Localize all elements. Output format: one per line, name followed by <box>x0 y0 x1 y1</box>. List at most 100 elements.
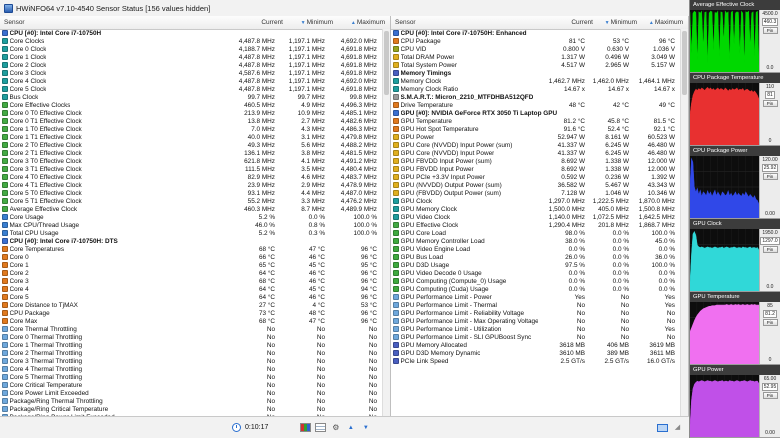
sensor-row[interactable]: Core 5 T1 Effective Clock 55.2 MHz 3.3 MHz… <box>0 197 382 205</box>
sensor-row[interactable]: GPU Performance Limit - Utilization No No Y… <box>391 325 680 333</box>
sensor-row[interactable]: GPU Hot Spot Temperature 91.6 °C 52.4 °C 92… <box>391 125 680 133</box>
sensor-row[interactable]: Core 2 Clock 4,487.8 MHz 1,197.1 MHz 4,691.… <box>0 61 382 69</box>
sensor-row[interactable]: GPU Core (NVVDD) Input Power (sum) 41.337… <box>391 141 680 149</box>
sensor-row[interactable]: Memory Clock Ratio 14.67 x 14.67 x 14.67 x <box>391 85 680 93</box>
sensor-row[interactable]: GPU Memory Controller Load 38.0 % 0.0 % 45.… <box>391 237 680 245</box>
sensor-row[interactable]: Memory Clock 1,462.7 MHz 1,462.0 MHz 1,464.… <box>391 77 680 85</box>
sensor-row[interactable]: Core 4 Clock 4,487.8 MHz 1,197.1 MHz 4,692.… <box>0 77 382 85</box>
sensor-row[interactable]: GPU (NVVDD) Output Power (sum) 36.582 W 5.… <box>391 181 680 189</box>
column-header-minimum[interactable]: ▼Minimum <box>288 19 338 26</box>
sensor-row[interactable]: Average Effective Clock 460.3 MHz 8.7 MHz 4… <box>0 205 382 213</box>
sensor-row[interactable]: Core 1 Clock 4,487.8 MHz 1,197.1 MHz 4,691.… <box>0 53 382 61</box>
sensor-row[interactable]: GPU D3D Memory Dynamic 3610 MB 389 MB 3611 … <box>391 349 680 357</box>
left-panel-scrollbar[interactable] <box>382 29 390 416</box>
monitor-icon[interactable] <box>657 423 668 432</box>
sensor-row[interactable]: GPU Bus Load 26.0 % 0.0 % 36.0 % <box>391 253 680 261</box>
sensor-row[interactable]: Core 4 64 °C 45 °C 94 °C <box>0 285 382 293</box>
sensor-row[interactable]: GPU Performance Limit - SLI GPUBoost Syn… <box>391 333 680 341</box>
pin-graph-button[interactable]: Pin <box>762 246 778 253</box>
sensor-row[interactable]: Core 4 T1 Effective Clock 23.9 MHz 2.9 MHz… <box>0 181 382 189</box>
sensor-row[interactable]: Core 3 Thermal Throttling No No No <box>0 357 382 365</box>
sensor-row[interactable]: GPU Core (NVVDD) Input Power 41.337 W 6.24… <box>391 149 680 157</box>
sensor-row[interactable]: Core 1 T0 Effective Clock 7.0 MHz 4.3 MHz 4… <box>0 125 382 133</box>
sensor-row[interactable]: GPU Memory Allocated 3618 MB 406 MB 3619 MB <box>391 341 680 349</box>
sensor-row[interactable]: GPU Video Engine Load 0.0 % 0.0 % 0.0 % <box>391 245 680 253</box>
sensor-row[interactable]: Core 0 Clock 4,188.7 MHz 1,197.1 MHz 4,691.… <box>0 45 382 53</box>
sensor-row[interactable]: GPU FBVDD Input Power 8.692 W 1.338 W 12.00… <box>391 165 680 173</box>
sensor-row[interactable]: Core 3 T0 Effective Clock 621.8 MHz 4.1 MH… <box>0 157 382 165</box>
sensor-row[interactable]: Core Critical Temperature No No No <box>0 381 382 389</box>
sensor-row[interactable]: Core 0 T1 Effective Clock 13.8 MHz 2.7 MHz… <box>0 117 382 125</box>
graph-title[interactable]: GPU Clock <box>690 219 780 229</box>
sensor-row[interactable]: Core 3 68 °C 46 °C 96 °C <box>0 277 382 285</box>
graph-title[interactable]: Average Effective Clock <box>690 0 780 10</box>
sensor-row[interactable]: Core Temperatures 68 °C 47 °C 96 °C <box>0 245 382 253</box>
sensor-row[interactable]: Total DRAM Power 1.317 W 0.496 W 3.049 W <box>391 53 680 61</box>
sensor-row[interactable]: Core 1 T1 Effective Clock 40.0 MHz 3.1 MHz… <box>0 133 382 141</box>
sensor-row[interactable]: Total CPU Usage 5.2 % 0.3 % 100.0 % <box>0 229 382 237</box>
sensor-row[interactable]: GPU Video Clock 1,140.0 MHz 1,072.5 MHz 1,6… <box>391 213 680 221</box>
sensor-row[interactable]: Core 2 T1 Effective Clock 136.1 MHz 3.8 MH… <box>0 149 382 157</box>
sensor-row[interactable]: Core 3 T1 Effective Clock 111.5 MHz 3.5 MH… <box>0 165 382 173</box>
sensor-group-row[interactable]: Memory Timings <box>391 69 680 77</box>
sensor-row[interactable]: Core 5 T0 Effective Clock 93.1 MHz 4.4 MHz… <box>0 189 382 197</box>
sensor-row[interactable]: GPU Video Decode 0 Usage 0.0 % 0.0 % 0.0 % <box>391 269 680 277</box>
sensor-row[interactable]: CPU Package 73 °C 48 °C 96 °C <box>0 309 382 317</box>
column-header-maximum[interactable]: ▲Maximum <box>338 19 390 26</box>
column-header-sensor[interactable]: Sensor <box>0 19 230 26</box>
window-titlebar[interactable]: HWiNFO64 v7.10-4540 Sensor Status [156 v… <box>0 0 689 17</box>
graph-title[interactable]: GPU Temperature <box>690 292 780 302</box>
column-header-sensor[interactable]: Sensor <box>391 19 546 26</box>
sensor-row[interactable]: Package/Ring Thermal Throttling No No No <box>0 397 382 405</box>
logging-button[interactable] <box>315 423 327 432</box>
sensor-group-row[interactable]: S.M.A.R.T.: Micron_2210_MTFDHBA512QFD <box>391 93 680 101</box>
sensor-row[interactable]: GPU Core Load 98.0 % 0.0 % 100.0 % <box>391 229 680 237</box>
graph-title[interactable]: CPU Package Power <box>690 146 780 156</box>
middle-panel-scrollbar[interactable] <box>680 29 688 416</box>
sensor-row[interactable]: Core Usage 5.2 % 0.0 % 100.0 % <box>0 213 382 221</box>
sensor-row[interactable]: GPU Temperature 81.2 °C 45.8 °C 81.5 °C <box>391 117 680 125</box>
sensor-row[interactable]: Core 0 T0 Effective Clock 213.9 MHz 10.9 M… <box>0 109 382 117</box>
sensor-row[interactable]: Bus Clock 99.7 MHz 99.7 MHz 99.8 MHz <box>0 93 382 101</box>
sensor-row[interactable]: Core 4 T0 Effective Clock 82.9 MHz 4.6 MHz… <box>0 173 382 181</box>
sensor-row[interactable]: Package/Ring Critical Temperature No No No <box>0 405 382 413</box>
sensor-group-row[interactable]: CPU [#0]: Intel Core i7-10750H: DTS <box>0 237 382 245</box>
column-header-current[interactable]: Current <box>230 19 288 26</box>
sensor-row[interactable]: Core Effective Clocks 460.5 MHz 4.9 MHz 4,4… <box>0 101 382 109</box>
sensor-row[interactable]: GPU Performance Limit - Max Operating Vo… <box>391 317 680 325</box>
settings-gear-icon[interactable]: ⚙ <box>330 422 341 433</box>
sensor-row[interactable]: Core Power Limit Exceeded No No No <box>0 389 382 397</box>
pin-graph-button[interactable]: Pin <box>762 27 778 34</box>
sensor-row[interactable]: GPU Power 52.947 W 8.161 W 60.523 W <box>391 133 680 141</box>
sensor-row[interactable]: GPU D3D Usage 97.5 % 0.0 % 100.0 % <box>391 261 680 269</box>
sensor-group-row[interactable]: CPU [#0]: Intel Core i7-10750H: Enhanced <box>391 29 680 37</box>
sensor-row[interactable]: GPU Memory Clock 1,500.0 MHz 405.0 MHz 1,50… <box>391 205 680 213</box>
pin-graph-button[interactable]: Pin <box>762 173 778 180</box>
sensor-row[interactable]: Core Max 68 °C 47 °C 96 °C <box>0 317 382 325</box>
sensor-row[interactable]: Total System Power 4.517 W 2.965 W 5.157 W <box>391 61 680 69</box>
sensor-row[interactable]: GPU Clock 1,297.0 MHz 1,222.5 MHz 1,870.0 M… <box>391 197 680 205</box>
sensor-row[interactable]: Core 5 Clock 4,487.8 MHz 1,197.1 MHz 4,691.… <box>0 85 382 93</box>
column-header-maximum[interactable]: ▲Maximum <box>642 19 688 26</box>
sensor-row[interactable]: Core Clocks 4,487.8 MHz 1,197.1 MHz 4,692.0… <box>0 37 382 45</box>
sensor-row[interactable]: GPU Performance Limit - Reliability Volt… <box>391 309 680 317</box>
sensor-row[interactable]: CPU VID 0.800 V 0.630 V 1.036 V <box>391 45 680 53</box>
scrollbar-thumb[interactable] <box>384 31 389 95</box>
sensor-row[interactable]: PCIe Link Speed 2.5 GT/s 2.5 GT/s 16.0 GT/s <box>391 357 680 365</box>
move-down-button[interactable]: ▼ <box>360 422 371 433</box>
column-header-minimum[interactable]: ▼Minimum <box>598 19 642 26</box>
sensor-row[interactable]: Core 2 Thermal Throttling No No No <box>0 349 382 357</box>
uptime-clock-icon[interactable] <box>232 423 241 432</box>
move-up-button[interactable]: ▲ <box>345 422 356 433</box>
sensor-row[interactable]: GPU Performance Limit - Power Yes No Yes <box>391 293 680 301</box>
sensor-row[interactable]: Max CPU/Thread Usage 46.0 % 0.8 % 100.0 % <box>0 221 382 229</box>
graph-title[interactable]: GPU Power <box>690 365 780 375</box>
sensor-row[interactable]: CPU Package 81 °C 53 °C 96 °C <box>391 37 680 45</box>
sensor-row[interactable]: GPU (FBVDD) Output Power (sum) 7.128 W 1.0… <box>391 189 680 197</box>
sensor-row[interactable]: GPU PCIe +3.3V Input Power 0.592 W 0.236 W… <box>391 173 680 181</box>
sensor-group-row[interactable]: GPU [#0]: NVIDIA GeForce RTX 3050 Ti Lap… <box>391 109 680 117</box>
column-header-current[interactable]: Current <box>546 19 598 26</box>
pin-graph-button[interactable]: Pin <box>762 392 778 399</box>
sensor-row[interactable]: Core 4 Thermal Throttling No No No <box>0 365 382 373</box>
sensor-row[interactable]: Core Thermal Throttling No No No <box>0 325 382 333</box>
